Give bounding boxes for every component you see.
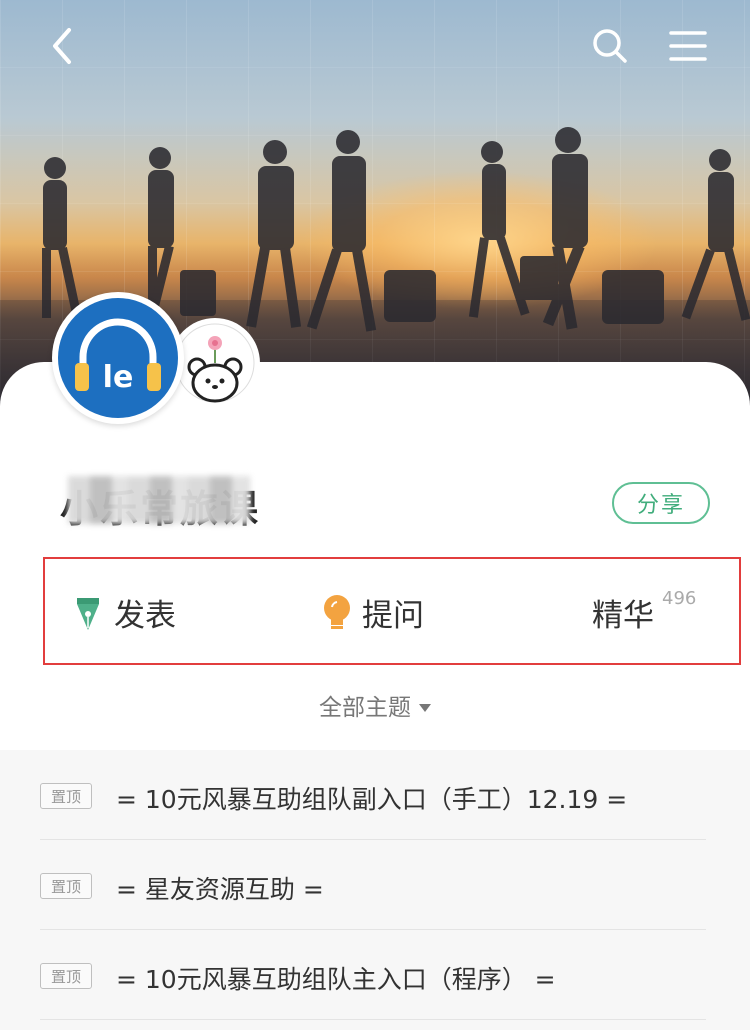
topic-list: 置顶 = 10元风暴互助组队副入口（手工）12.19 = 置顶 = 星友资源互助… [0,750,750,1030]
pinned-badge: 置顶 [40,873,92,899]
pen-nib-icon [74,593,106,633]
hamburger-menu-icon [669,31,707,61]
search-icon [593,29,627,63]
topic-title: = 10元风暴互助组队副入口（手工）12.19 = [116,785,628,814]
featured-label: 精华 [592,598,654,634]
topic-title: = 10元风暴互助组队主入口（程序） = [116,965,556,994]
share-button[interactable]: 分享 [612,482,710,524]
pinned-badge: 置顶 [40,783,92,809]
back-button[interactable] [38,22,86,70]
topic-filter-dropdown[interactable]: 全部主题 [0,688,750,722]
list-item[interactable]: 置顶 = 10元风暴互助组队副入口（手工）12.19 = [40,750,706,840]
svg-text:le: le [103,360,134,395]
post-label: 发表 [114,598,176,634]
post-button[interactable]: 发表 [74,590,176,635]
bear-avatar-icon [175,323,255,403]
ask-question-button[interactable]: 提问 [322,590,424,635]
topic-filter-label: 全部主题 [319,695,411,721]
search-button[interactable] [586,22,634,70]
topic-title: = 星友资源互助 = [116,875,324,904]
featured-count: 496 [662,588,697,609]
list-item[interactable]: 置顶 = 10元风暴互助组队主入口（程序） = [40,930,706,1020]
featured-button[interactable]: 精华 496 [592,588,697,635]
divider [40,1019,706,1020]
caret-down-icon [419,704,431,712]
group-avatar[interactable]: le [52,292,184,424]
list-item[interactable]: 置顶 = 星友资源互助 = [40,840,706,930]
ask-question-label: 提问 [362,598,424,634]
headphones-logo-icon: le [58,298,178,418]
pinned-badge: 置顶 [40,963,92,989]
chevron-left-icon [53,28,71,64]
title-mosaic-mask [68,476,250,524]
lightbulb-icon [322,593,354,633]
menu-button[interactable] [664,22,712,70]
